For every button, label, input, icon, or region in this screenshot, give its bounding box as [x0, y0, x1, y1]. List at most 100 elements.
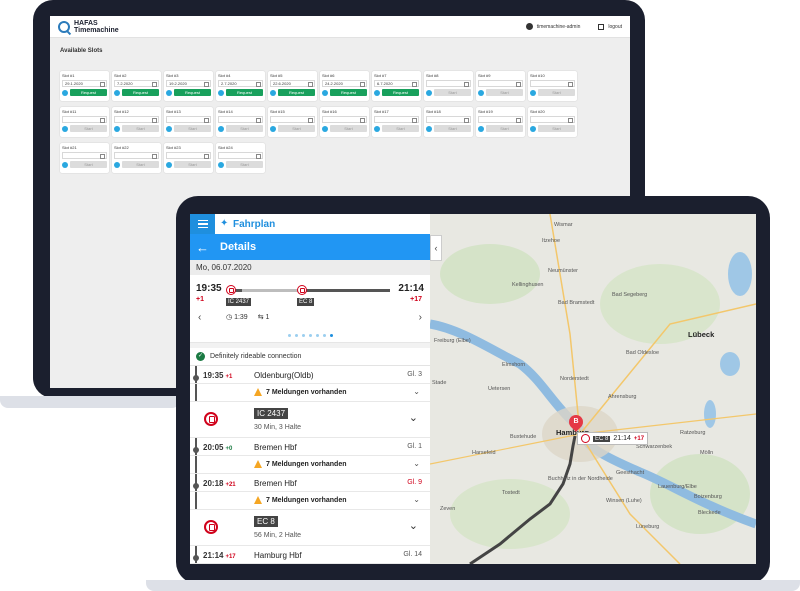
start-button[interactable]: Start [538, 125, 575, 132]
info-icon[interactable] [322, 125, 328, 132]
slot-date-input[interactable] [114, 152, 159, 159]
chevron-down-icon[interactable]: ⌄ [413, 387, 420, 396]
slot-date-input[interactable] [478, 116, 523, 123]
slot-date-input[interactable] [426, 116, 471, 123]
request-button[interactable]: Request [382, 89, 419, 96]
start-button[interactable]: Start [226, 125, 263, 132]
user-name[interactable]: timemachine-admin [537, 24, 581, 30]
info-icon[interactable] [270, 125, 276, 132]
logout-icon[interactable] [598, 23, 605, 30]
slot-date-input[interactable] [374, 116, 419, 123]
logout-link[interactable]: logout [608, 24, 622, 30]
start-button[interactable]: Start [486, 125, 523, 132]
slot-date-input[interactable] [62, 116, 107, 123]
start-button[interactable]: Start [278, 125, 315, 132]
start-button[interactable]: Start [434, 89, 471, 96]
info-icon[interactable] [166, 125, 172, 132]
info-icon[interactable] [114, 89, 120, 96]
slot-date-input[interactable] [62, 152, 107, 159]
pagination-dot[interactable] [315, 333, 319, 337]
info-icon[interactable] [218, 125, 224, 132]
slot-date-input[interactable]: 24.2.2020 [322, 80, 367, 87]
pagination-dots[interactable] [190, 328, 430, 342]
prev-chevron-icon[interactable]: ‹ [198, 312, 201, 323]
slot-date-input[interactable] [218, 152, 263, 159]
slot-date-input[interactable] [322, 116, 367, 123]
slot-date-input[interactable] [530, 116, 575, 123]
start-button[interactable]: Start [382, 125, 419, 132]
map-train-popup[interactable]: EC 8 21:14 +17 [577, 432, 649, 445]
request-button[interactable]: Request [278, 89, 315, 96]
slot-date-input[interactable] [218, 116, 263, 123]
info-icon[interactable] [114, 161, 120, 168]
warning-row[interactable]: 7 Meldungen vorhanden ⌄ [190, 492, 430, 510]
slot-date-input[interactable] [114, 116, 159, 123]
pagination-dot[interactable] [308, 333, 312, 337]
start-button[interactable]: Start [174, 125, 211, 132]
request-button[interactable]: Request [174, 89, 211, 96]
pagination-dot[interactable] [322, 333, 326, 337]
pagination-dot[interactable] [329, 333, 333, 337]
slot-date-input[interactable]: 6.7.2020 [374, 80, 419, 87]
pagination-dot[interactable] [301, 333, 305, 337]
journey-summary[interactable]: 19:35 +1 21:14 +17 IC 2437 EC 8 ‹ ◷ 1:39… [190, 275, 430, 328]
slot-date-input[interactable]: 7.2.2020 [114, 80, 159, 87]
info-icon[interactable] [322, 89, 328, 96]
info-icon[interactable] [374, 125, 380, 132]
info-icon[interactable] [62, 89, 68, 96]
start-button[interactable]: Start [330, 125, 367, 132]
slot-date-input[interactable] [478, 80, 523, 87]
start-button[interactable]: Start [122, 125, 159, 132]
chevron-down-icon[interactable]: ⌄ [413, 459, 420, 468]
back-arrow-icon[interactable]: ← [196, 240, 212, 255]
start-button[interactable]: Start [486, 89, 523, 96]
info-icon[interactable] [478, 125, 484, 132]
stop-row[interactable]: 21:14 +17 Hamburg Hbf Gl. 14 [190, 546, 430, 564]
info-icon[interactable] [218, 89, 224, 96]
stop-row[interactable]: 20:18 +21 Bremen Hbf Gl. 9 [190, 474, 430, 492]
info-icon[interactable] [478, 89, 484, 96]
request-button[interactable]: Request [122, 89, 159, 96]
info-icon[interactable] [270, 89, 276, 96]
start-button[interactable]: Start [174, 161, 211, 168]
pagination-dot[interactable] [287, 333, 291, 337]
info-icon[interactable] [218, 161, 224, 168]
slot-date-input[interactable]: 19.2.2020 [166, 80, 211, 87]
slot-date-input[interactable]: 22.6.2020 [270, 80, 315, 87]
slot-date-input[interactable]: 29.1.2020 [62, 80, 107, 87]
slot-date-input[interactable] [530, 80, 575, 87]
info-icon[interactable] [114, 125, 120, 132]
collapse-panel-chevron-icon[interactable]: ‹ [430, 235, 442, 261]
info-icon[interactable] [426, 89, 432, 96]
app-title[interactable]: Fahrplan [233, 219, 275, 230]
pagination-dot[interactable] [294, 333, 298, 337]
info-icon[interactable] [62, 125, 68, 132]
request-button[interactable]: Request [226, 89, 263, 96]
request-button[interactable]: Request [70, 89, 107, 96]
map-view[interactable]: Wismar Itzehoe Neumünster Kellinghusen B… [430, 214, 756, 564]
start-button[interactable]: Start [434, 125, 471, 132]
chevron-down-icon[interactable]: ⌄ [409, 519, 418, 532]
slot-date-input[interactable] [166, 116, 211, 123]
info-icon[interactable] [426, 125, 432, 132]
request-button[interactable]: Request [330, 89, 367, 96]
info-icon[interactable] [166, 161, 172, 168]
start-button[interactable]: Start [70, 161, 107, 168]
start-button[interactable]: Start [538, 89, 575, 96]
slot-date-input[interactable]: 2.7.2020 [218, 80, 263, 87]
info-icon[interactable] [530, 125, 536, 132]
info-icon[interactable] [166, 89, 172, 96]
slot-date-input[interactable] [270, 116, 315, 123]
info-icon[interactable] [374, 89, 380, 96]
warning-row[interactable]: 7 Meldungen vorhanden ⌄ [190, 384, 430, 402]
train-row[interactable]: IC 2437 30 Min, 3 Halte ⌄ [190, 402, 430, 438]
info-icon[interactable] [530, 89, 536, 96]
start-button[interactable]: Start [226, 161, 263, 168]
train-row[interactable]: EC 8 56 Min, 2 Halte ⌄ [190, 510, 430, 546]
warning-row[interactable]: 7 Meldungen vorhanden ⌄ [190, 456, 430, 474]
start-button[interactable]: Start [122, 161, 159, 168]
stop-row[interactable]: 19:35 +1 Oldenburg(Oldb) Gl. 3 [190, 366, 430, 384]
slot-date-input[interactable] [426, 80, 471, 87]
chevron-down-icon[interactable]: ⌄ [409, 411, 418, 424]
start-button[interactable]: Start [70, 125, 107, 132]
